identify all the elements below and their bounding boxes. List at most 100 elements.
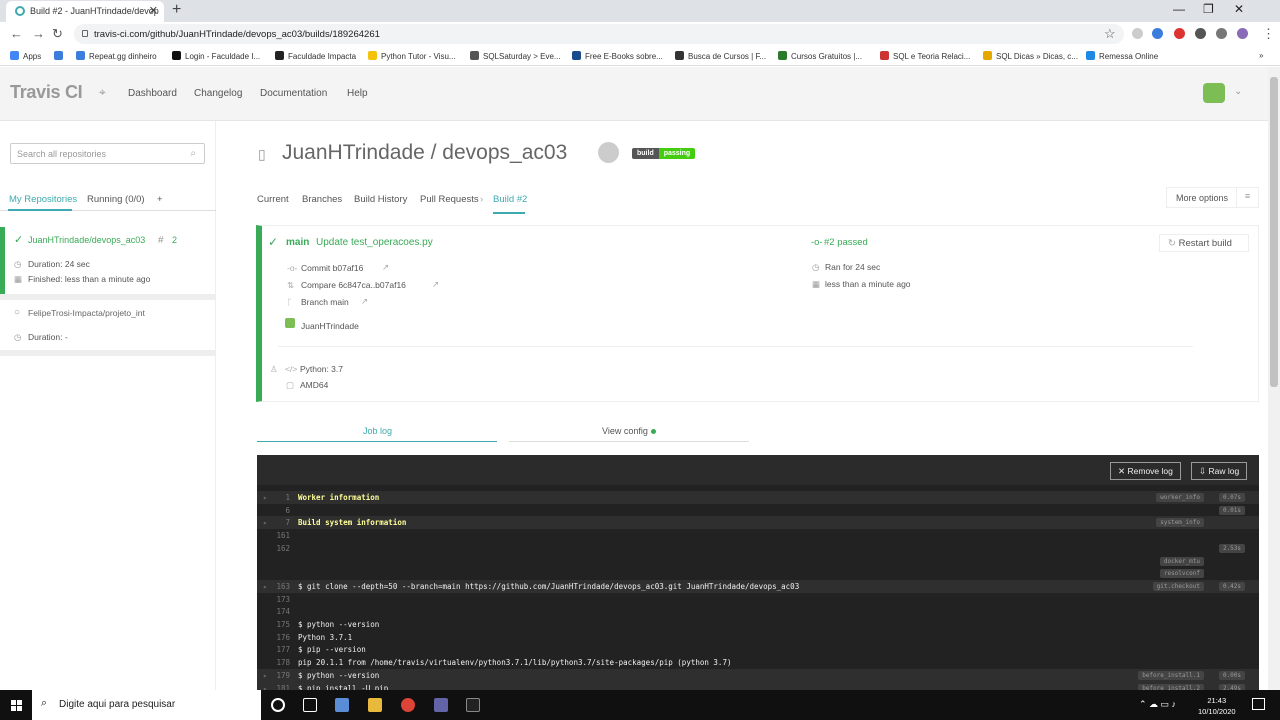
nav-help[interactable]: Help	[347, 88, 368, 99]
close-tab-icon[interactable]: ✕	[149, 4, 158, 17]
build-status[interactable]: #2 passed	[824, 237, 868, 248]
restore-icon[interactable]: ❐	[1203, 2, 1214, 16]
travis-logo[interactable]: Travis CI	[10, 82, 83, 103]
add-repository-button[interactable]: +	[157, 194, 163, 205]
branch-link[interactable]: Branch main	[301, 297, 349, 307]
external-link-icon[interactable]: ↗	[382, 262, 389, 273]
app-icon[interactable]	[335, 698, 349, 712]
taskbar-search-input[interactable]: ⌕ Digite aqui para pesquisar	[32, 690, 261, 720]
repo-item-devops-ac03[interactable]: ✓ JuanHTrindade/devops_ac03 # 2 ◷ Durati…	[0, 227, 216, 297]
tab-pull-requests[interactable]: Pull Requests	[420, 194, 479, 205]
tab-current[interactable]: Current	[257, 194, 289, 205]
browser-menu-icon[interactable]: ⋮	[1262, 26, 1275, 42]
url-bar[interactable]: travis-ci.com/github/JuanHTrindade/devop…	[74, 24, 1124, 44]
bookmark[interactable]	[54, 51, 67, 61]
line-number[interactable]: 177	[265, 645, 290, 654]
log-line[interactable]: ▸ 163 $ git clone --depth=50 --branch=main…	[257, 579, 1259, 593]
chevron-down-icon[interactable]: ⌄	[1234, 86, 1242, 97]
minimize-icon[interactable]: —	[1173, 2, 1185, 16]
nav-changelog[interactable]: Changelog	[194, 88, 242, 99]
external-link-icon[interactable]: ↗	[361, 296, 368, 307]
bookmark[interactable]: SQL e Teoria Relaci...	[880, 51, 970, 61]
task-view-icon[interactable]	[303, 698, 317, 712]
nav-dashboard[interactable]: Dashboard	[128, 88, 177, 99]
bookmark-apps[interactable]: Apps	[10, 51, 41, 61]
line-number[interactable]: 176	[265, 633, 290, 642]
file-explorer-icon[interactable]	[368, 698, 382, 712]
window-close-icon[interactable]: ✕	[1234, 2, 1244, 16]
line-number[interactable]: 174	[265, 607, 290, 616]
back-icon[interactable]: ←	[10, 26, 23, 41]
notifications-icon[interactable]	[1252, 698, 1265, 710]
commit-message[interactable]: Update test_operacoes.py	[316, 237, 433, 248]
bookmark[interactable]: Free E-Books sobre...	[572, 51, 663, 61]
search-repositories-input[interactable]: Search all repositories ⌕	[10, 143, 205, 164]
line-number[interactable]: 163	[265, 582, 290, 591]
line-number[interactable]: 178	[265, 658, 290, 667]
extension-icon[interactable]	[1174, 28, 1185, 39]
log-line[interactable]: ▸ 181 $ pip install -U pip before_install.2…	[257, 681, 1259, 690]
nav-documentation[interactable]: Documentation	[260, 88, 327, 99]
repo-name[interactable]: FelipeTrosi-Impacta/projeto_int	[28, 308, 153, 318]
line-number[interactable]: 1	[265, 493, 290, 502]
star-icon[interactable]: ☆	[1104, 26, 1116, 42]
page-scrollbar[interactable]	[1268, 67, 1280, 690]
chrome-icon[interactable]	[401, 698, 415, 712]
more-options-button[interactable]: More options ≡	[1166, 187, 1259, 208]
build-number[interactable]: 2	[172, 235, 177, 245]
tab-branches[interactable]: Branches	[302, 194, 342, 205]
tab-job-log[interactable]: Job log	[363, 426, 392, 436]
log-line[interactable]: ▸ 179 $ python --version before_install.1 0.…	[257, 668, 1259, 682]
more-bookmarks-icon[interactable]: »	[1259, 51, 1263, 60]
puzzle-icon[interactable]	[1195, 28, 1206, 39]
raw-log-button[interactable]: ⇩ Raw log	[1191, 462, 1248, 480]
menu-list-icon[interactable]	[1216, 28, 1227, 39]
repo-name[interactable]: JuanHTrindade/devops_ac03	[28, 235, 145, 245]
profile-avatar[interactable]	[1237, 28, 1248, 39]
tab-my-repositories[interactable]: My Repositories	[9, 194, 77, 205]
branch-name[interactable]: main	[286, 237, 309, 248]
remove-log-button[interactable]: ✕ Remove log	[1110, 462, 1181, 480]
bookmark[interactable]: Python Tutor - Visu...	[368, 51, 456, 61]
tab-running[interactable]: Running (0/0)	[87, 194, 145, 205]
line-number[interactable]: 7	[265, 518, 290, 527]
user-avatar[interactable]	[1203, 83, 1225, 103]
log-line[interactable]: ▸ 7 Build system information system_info	[257, 516, 1259, 530]
line-number[interactable]: 173	[265, 595, 290, 604]
bookmark[interactable]: SQL Dicas » Dicas, c...	[983, 51, 1078, 61]
tab-build-history[interactable]: Build History	[354, 194, 407, 205]
bookmark[interactable]: Busca de Cursos | F...	[675, 51, 766, 61]
terminal-icon[interactable]	[466, 698, 480, 712]
bookmark[interactable]: Login - Faculdade I...	[172, 51, 260, 61]
reload-icon[interactable]: ↻	[52, 26, 63, 42]
bookmark[interactable]: Remessa Online	[1086, 51, 1158, 61]
tab-view-config[interactable]: View config	[602, 426, 648, 436]
restart-build-button[interactable]: ↻ Restart build	[1159, 234, 1249, 252]
scrollbar-thumb[interactable]	[1270, 77, 1278, 387]
author-name[interactable]: JuanHTrindade	[301, 321, 359, 331]
extension-icon[interactable]	[1152, 28, 1163, 39]
bookmark[interactable]: SQLSaturday > Eve...	[470, 51, 561, 61]
bookmark[interactable]: Faculdade Impacta	[275, 51, 356, 61]
github-icon[interactable]	[598, 142, 619, 163]
line-number[interactable]: 162	[265, 544, 290, 553]
external-link-icon[interactable]: ↗	[432, 279, 439, 290]
browser-tab[interactable]: Build #2 - JuanHTrindade/devop ✕	[6, 1, 164, 22]
bookmark[interactable]: Cursos Gratuitos |...	[778, 51, 862, 61]
compare-link[interactable]: Compare 6c847ca..b07af16	[301, 280, 406, 290]
build-status-badge[interactable]: build passing	[632, 148, 696, 160]
radar-icon[interactable]: ⌖	[99, 85, 106, 100]
extension-icon[interactable]	[1132, 28, 1143, 39]
cortana-icon[interactable]	[271, 698, 285, 712]
line-number[interactable]: 6	[265, 506, 290, 515]
bookmark[interactable]: Repeat.gg dinheiro	[76, 51, 157, 61]
line-number[interactable]: 175	[265, 620, 290, 629]
teams-icon[interactable]	[434, 698, 448, 712]
forward-icon[interactable]: →	[32, 26, 45, 41]
new-tab-icon[interactable]: +	[172, 1, 181, 19]
log-line[interactable]: ▸ 1 Worker information worker_info 0.07s	[257, 491, 1259, 504]
windows-start-icon[interactable]	[0, 690, 32, 720]
system-tray-icon[interactable]: ⌃ ☁ ▭ ♪	[1139, 699, 1176, 710]
line-number[interactable]: 161	[265, 531, 290, 540]
tab-build[interactable]: Build #2	[493, 194, 527, 205]
